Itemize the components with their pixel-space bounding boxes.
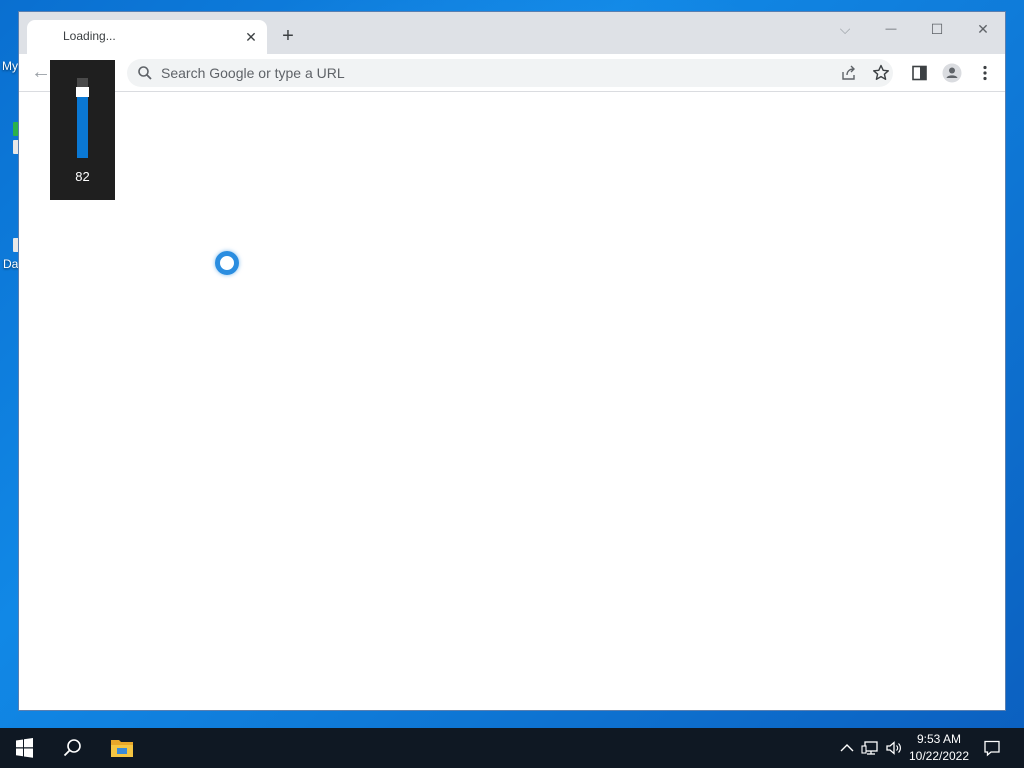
- volume-slider-fill: [77, 92, 88, 158]
- side-panel-icon[interactable]: [910, 63, 930, 83]
- clock-date: 10/22/2022: [908, 749, 970, 763]
- bookmark-star-icon[interactable]: [871, 63, 891, 83]
- minimize-button[interactable]: —: [880, 18, 902, 40]
- kebab-menu-icon[interactable]: [975, 63, 995, 83]
- search-icon[interactable]: [48, 728, 96, 768]
- volume-slider-thumb[interactable]: [76, 87, 89, 97]
- profile-icon[interactable]: [942, 63, 962, 83]
- show-hidden-icons-icon[interactable]: [837, 738, 857, 758]
- desktop-icon-label[interactable]: Da: [3, 257, 18, 271]
- browser-window: Loading... ✕ + ⌵ — ☐ ✕ ←: [18, 11, 1006, 711]
- close-window-button[interactable]: ✕: [972, 18, 994, 40]
- page-content: [19, 92, 1005, 710]
- volume-slider[interactable]: [76, 78, 89, 158]
- notifications-icon[interactable]: [982, 738, 1002, 758]
- omnibox[interactable]: [127, 59, 893, 87]
- browser-titlebar: Loading... ✕ + ⌵ — ☐ ✕: [19, 12, 1005, 54]
- maximize-button[interactable]: ☐: [926, 18, 948, 40]
- file-explorer-icon[interactable]: [98, 728, 146, 768]
- clock-time: 9:53 AM: [916, 732, 962, 746]
- taskbar-clock[interactable]: 9:53 AM 10/22/2022: [904, 731, 974, 765]
- windows-start-icon[interactable]: [0, 728, 48, 768]
- address-bar-input[interactable]: [161, 59, 801, 87]
- browser-tab[interactable]: Loading... ✕: [27, 20, 267, 54]
- loading-spinner: [215, 251, 239, 275]
- volume-icon[interactable]: [884, 738, 904, 758]
- share-icon[interactable]: [839, 63, 859, 83]
- volume-level-text: 82: [75, 169, 90, 184]
- search-icon: [138, 66, 152, 80]
- network-icon[interactable]: [861, 738, 881, 758]
- desktop-icon-label[interactable]: My: [2, 59, 18, 73]
- new-tab-button[interactable]: +: [277, 26, 299, 48]
- volume-flyout: 82: [50, 60, 115, 200]
- taskbar: 9:53 AM 10/22/2022: [0, 728, 1024, 768]
- tab-title: Loading...: [63, 29, 116, 43]
- browser-toolbar: ←: [19, 54, 1005, 92]
- close-icon[interactable]: ✕: [243, 29, 259, 45]
- tab-search-button[interactable]: ⌵: [834, 18, 856, 40]
